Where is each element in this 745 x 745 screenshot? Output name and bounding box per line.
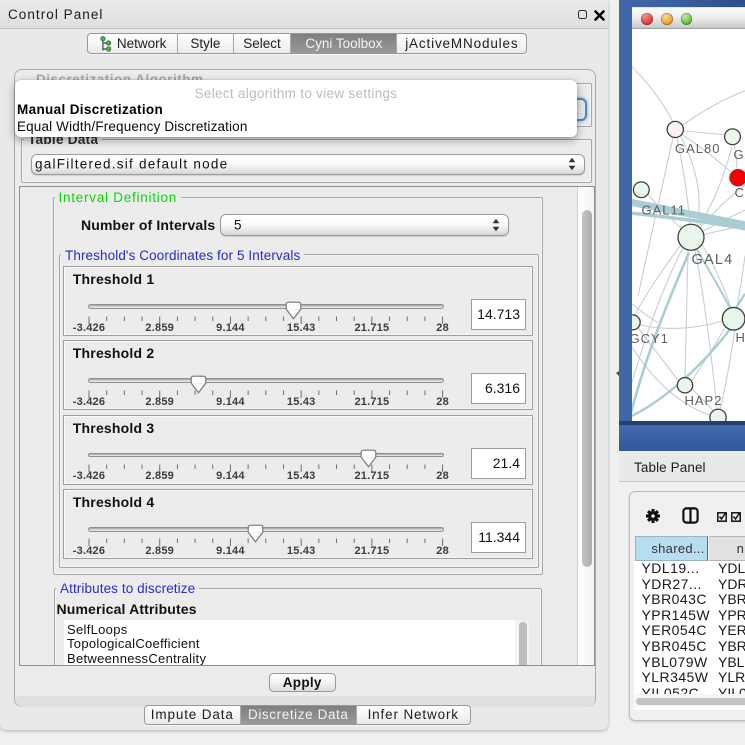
svg-text:GCY1: GCY1 bbox=[632, 330, 669, 345]
svg-text:GA: GA bbox=[734, 146, 745, 161]
svg-text:C: C bbox=[735, 184, 745, 199]
svg-text:GAL11: GAL11 bbox=[642, 202, 687, 217]
svg-text:HAP2: HAP2 bbox=[685, 392, 723, 407]
svg-text:GAL80: GAL80 bbox=[675, 140, 720, 155]
svg-text:GAL4: GAL4 bbox=[692, 251, 734, 267]
svg-text:H: H bbox=[736, 329, 745, 344]
